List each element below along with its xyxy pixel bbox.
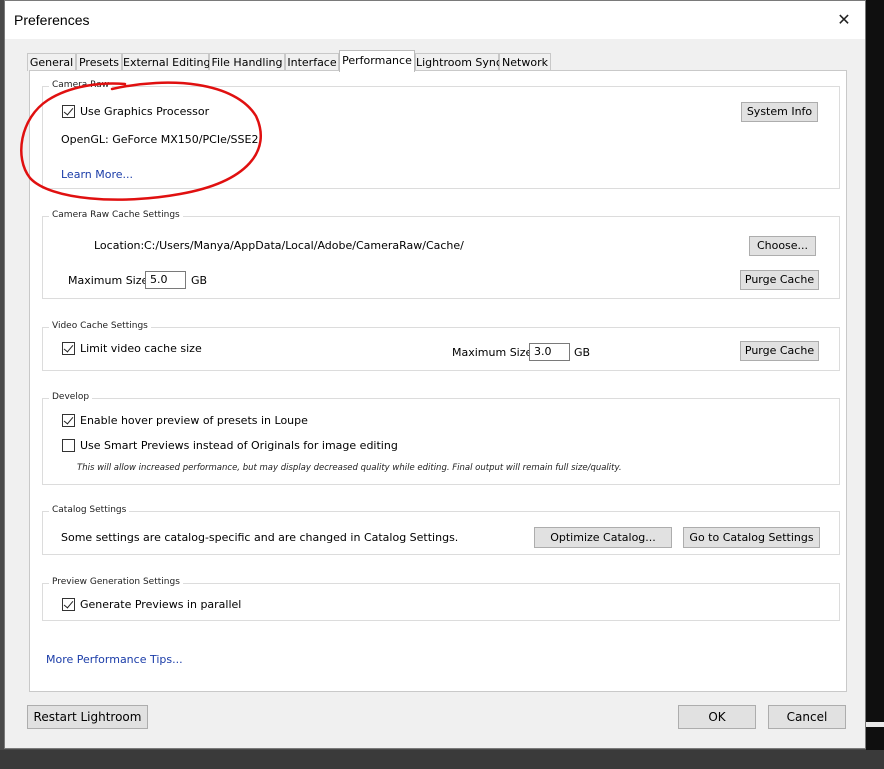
unit-label: GB bbox=[191, 274, 208, 287]
catalog-group: Catalog Settings Some settings are catal… bbox=[42, 505, 840, 555]
tab-network[interactable]: Network bbox=[499, 53, 551, 71]
cancel-button[interactable]: Cancel bbox=[768, 705, 846, 729]
learn-more-link[interactable]: Learn More... bbox=[61, 168, 133, 181]
performance-panel: Camera Raw Use Graphics Processor OpenGL… bbox=[29, 70, 847, 692]
max-size-field[interactable]: 5.0 bbox=[145, 271, 186, 289]
ok-button[interactable]: OK bbox=[678, 705, 756, 729]
tab-general[interactable]: General bbox=[27, 53, 76, 71]
hover-preview-label: Enable hover preview of presets in Loupe bbox=[80, 414, 308, 427]
parallel-previews-label: Generate Previews in parallel bbox=[80, 598, 242, 611]
location-label: Location: bbox=[94, 239, 145, 252]
catalog-description: Some settings are catalog-specific and a… bbox=[61, 531, 459, 544]
tab-presets[interactable]: Presets bbox=[76, 53, 122, 71]
smart-previews-label: Use Smart Previews instead of Originals … bbox=[80, 439, 398, 452]
group-label: Camera Raw Cache Settings bbox=[49, 210, 183, 220]
choose-button[interactable]: Choose... bbox=[749, 236, 816, 256]
more-performance-tips-link[interactable]: More Performance Tips... bbox=[46, 653, 183, 666]
dialog-title: Preferences bbox=[14, 12, 90, 28]
group-label: Camera Raw bbox=[49, 80, 113, 90]
preferences-dialog: Preferences ✕ General Presets External E… bbox=[4, 0, 866, 749]
unit-label: GB bbox=[574, 346, 591, 359]
group-label: Develop bbox=[49, 392, 93, 402]
purge-video-cache-button[interactable]: Purge Cache bbox=[740, 341, 819, 361]
hover-preview-checkbox[interactable] bbox=[62, 414, 75, 427]
close-icon[interactable]: ✕ bbox=[831, 8, 857, 32]
purge-cache-button[interactable]: Purge Cache bbox=[740, 270, 819, 290]
limit-video-cache-label: Limit video cache size bbox=[80, 342, 202, 355]
max-size-label: Maximum Size: bbox=[68, 274, 152, 287]
video-max-size-label: Maximum Size: bbox=[452, 346, 536, 359]
group-label: Catalog Settings bbox=[49, 505, 130, 515]
background-bottom bbox=[0, 750, 884, 769]
restart-lightroom-button[interactable]: Restart Lightroom bbox=[27, 705, 148, 729]
video-max-size-field[interactable]: 3.0 bbox=[529, 343, 570, 361]
optimize-catalog-button[interactable]: Optimize Catalog... bbox=[534, 527, 672, 548]
background-strip bbox=[866, 722, 884, 727]
smart-previews-note: This will allow increased performance, b… bbox=[77, 463, 622, 473]
develop-group: Develop Enable hover preview of presets … bbox=[42, 392, 840, 485]
opengl-info: OpenGL: GeForce MX150/PCIe/SSE2 bbox=[61, 133, 259, 146]
smart-previews-checkbox[interactable] bbox=[62, 439, 75, 452]
group-label: Video Cache Settings bbox=[49, 321, 151, 331]
group-label: Preview Generation Settings bbox=[49, 577, 183, 587]
system-info-button[interactable]: System Info bbox=[741, 102, 818, 122]
background-right bbox=[866, 0, 884, 769]
tab-file-handling[interactable]: File Handling bbox=[209, 53, 285, 71]
use-gpu-checkbox[interactable] bbox=[62, 105, 75, 118]
use-gpu-label: Use Graphics Processor bbox=[80, 105, 210, 118]
preview-generation-group: Preview Generation Settings Generate Pre… bbox=[42, 577, 840, 621]
tab-performance[interactable]: Performance bbox=[339, 50, 415, 72]
tab-interface[interactable]: Interface bbox=[285, 53, 339, 71]
camera-raw-group: Camera Raw Use Graphics Processor OpenGL… bbox=[42, 80, 840, 189]
go-to-catalog-settings-button[interactable]: Go to Catalog Settings bbox=[683, 527, 820, 548]
tab-external-editing[interactable]: External Editing bbox=[122, 53, 210, 71]
cache-group: Camera Raw Cache Settings Location: C:/U… bbox=[42, 210, 840, 299]
title-bar: Preferences ✕ bbox=[5, 1, 865, 39]
location-value: C:/Users/Manya/AppData/Local/Adobe/Camer… bbox=[144, 239, 464, 252]
video-cache-group: Video Cache Settings Limit video cache s… bbox=[42, 321, 840, 371]
tab-lightroom-sync[interactable]: Lightroom Sync bbox=[415, 53, 502, 71]
parallel-previews-checkbox[interactable] bbox=[62, 598, 75, 611]
limit-video-cache-checkbox[interactable] bbox=[62, 342, 75, 355]
